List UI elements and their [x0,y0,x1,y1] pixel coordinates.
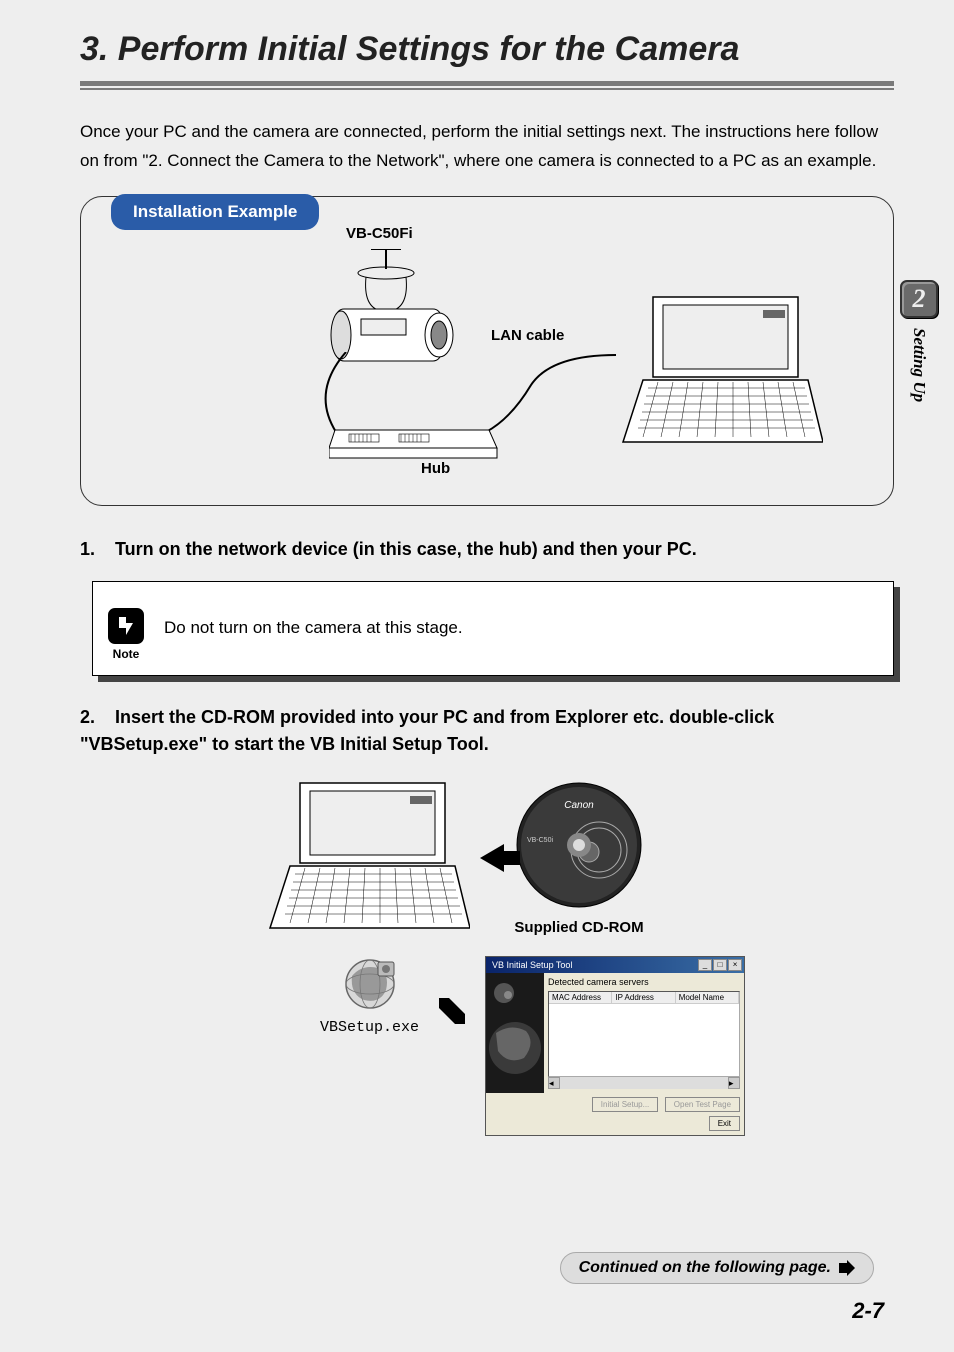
hub-icon [329,422,499,460]
svg-text:Canon: Canon [564,800,594,811]
camera-label: VB-C50Fi [346,225,413,242]
open-test-page-button[interactable]: Open Test Page [665,1097,740,1112]
dialog-sidebar-image [486,973,544,1093]
step-2-text: Insert the CD-ROM provided into your PC … [80,707,774,754]
arrow-right-icon [839,1260,855,1276]
note-icon [108,608,144,644]
lan-cable-label: LAN cable [491,327,564,344]
installation-diagram: Installation Example VB-C50Fi LAN cable … [80,196,894,506]
note-box: Note Do not turn on the camera at this s… [92,581,894,676]
cdrom-icon: Canon VB-C50i [514,780,644,910]
divider-thick [80,81,894,86]
vbsetup-label: VBSetup.exe [320,1019,419,1036]
dialog-caption: Detected camera servers [548,977,740,987]
chapter-label: Setting Up [909,328,929,402]
step-2: 2. Insert the CD-ROM provided into your … [80,704,894,758]
step-2-figures: Canon VB-C50i Supplied CD-ROM VBSetup.ex… [260,778,894,1136]
close-icon[interactable]: × [728,959,742,971]
dialog-titlebar: VB Initial Setup Tool _ □ × [486,957,744,973]
laptop-icon-2 [260,778,470,938]
chapter-badge: 2 [900,280,938,318]
arrow-diag-icon [437,996,467,1026]
exit-button[interactable]: Exit [709,1116,740,1131]
cdrom-figure: Canon VB-C50i Supplied CD-ROM [514,780,644,936]
setup-tool-dialog: VB Initial Setup Tool _ □ × [485,956,745,1136]
maximize-icon[interactable]: □ [713,959,727,971]
dialog-list[interactable]: MAC Address IP Address Model Name [548,991,740,1077]
dialog-title-text: VB Initial Setup Tool [492,960,572,970]
intro-paragraph: Once your PC and the camera are connecte… [80,118,894,176]
cdrom-label: Supplied CD-ROM [514,919,644,936]
minimize-icon[interactable]: _ [698,959,712,971]
divider-thin [80,88,894,90]
page-number: 2-7 [852,1298,884,1324]
column-mac-address[interactable]: MAC Address [549,992,612,1003]
svg-text:VB-C50i: VB-C50i [527,837,554,844]
step-2-number: 2. [80,704,110,731]
note-label: Note [108,647,144,661]
globe-icon [342,956,398,1012]
column-ip-address[interactable]: IP Address [612,992,675,1003]
dialog-scrollbar[interactable]: ◂▸ [548,1077,740,1089]
initial-setup-button[interactable]: Initial Setup... [592,1097,658,1112]
step-1-text: Turn on the network device (in this case… [115,539,697,559]
step-1-number: 1. [80,536,110,563]
section-title: 3. Perform Initial Settings for the Came… [80,30,894,69]
diagram-badge: Installation Example [111,194,319,230]
continued-badge: Continued on the following page. [560,1252,874,1284]
step-1: 1. Turn on the network device (in this c… [80,536,894,563]
page: 3. Perform Initial Settings for the Came… [0,0,954,1352]
arrow-left-icon [480,844,504,872]
column-model-name[interactable]: Model Name [676,992,739,1003]
side-tab: 2 Setting Up [898,280,940,402]
laptop-icon [613,292,823,452]
hub-label: Hub [421,460,450,477]
note-text: Do not turn on the camera at this stage. [164,618,463,638]
vbsetup-file: VBSetup.exe [320,956,419,1036]
continued-text: Continued on the following page. [579,1259,831,1277]
